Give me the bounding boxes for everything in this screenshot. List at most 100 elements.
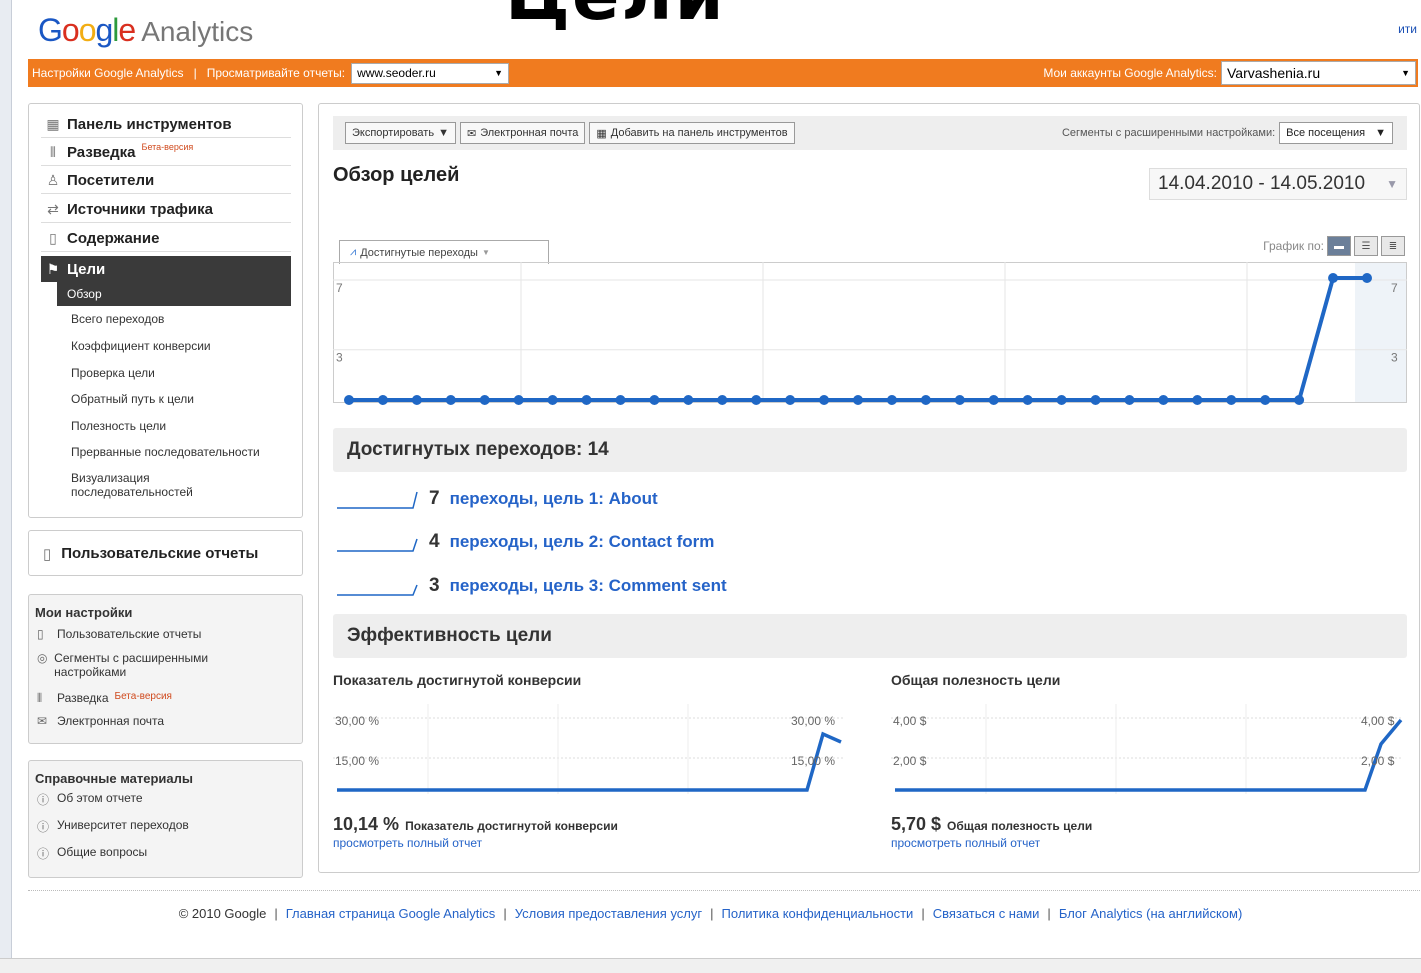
conversion-rate-title: Показатель достигнутой конверсии [333,672,582,688]
goal-link[interactable]: переходы, цель 3: Comment sent [450,576,727,596]
my-settings-intelligence[interactable]: ⫴ Разведка Бета-версия [37,691,172,706]
data-point[interactable] [683,395,694,405]
data-point[interactable] [615,395,626,405]
data-point[interactable] [344,395,354,405]
report-content: Экспортировать ▼ ✉ Электронная почта ▦ Доба… [318,103,1420,873]
graph-by-control: График по: ▬ ☰ ≣ [1263,236,1405,256]
goal-value-full-report-link[interactable]: просмотреть полный отчет [891,836,1040,850]
account-select-value: Varvashenia.ru [1227,65,1321,81]
my-settings-custom-reports[interactable]: ▯ Пользовательские отчеты [37,627,201,641]
value-tick-top: 4,00 $ [893,714,927,728]
goal-link[interactable]: переходы, цель 2: Contact form [450,532,715,552]
metric-selector[interactable]: ⩘ Достигнутые переходы ▼ [339,240,549,264]
goal-link[interactable]: переходы, цель 1: About [450,489,658,509]
footer-link-blog[interactable]: Блог Analytics (на английском) [1059,906,1243,921]
data-point[interactable] [445,395,456,405]
data-point[interactable] [1226,395,1237,405]
data-point[interactable] [988,395,999,405]
goal-sparkline [337,538,418,552]
account-select[interactable]: Varvashenia.ru ▼ [1221,61,1416,85]
data-point[interactable] [1158,395,1169,405]
custom-reports-box[interactable]: ▯ Пользовательские отчеты [28,530,303,576]
add-dashboard-button[interactable]: ▦ Добавить на панель инструментов [589,122,795,144]
help-about-report[interactable]: ⓘ Об этом отчете [37,791,143,808]
data-point[interactable] [581,395,592,405]
segments-select[interactable]: Все посещения ▼ [1279,122,1393,144]
sidebar-subitem-total[interactable]: Всего переходов [71,312,291,326]
data-point[interactable] [853,395,863,405]
settings-link[interactable]: Настройки Google Analytics [28,66,184,80]
data-point[interactable] [751,395,762,405]
sidebar-nav: ▦ Панель инструментов ⫴ Разведка Бета-верси… [28,103,303,518]
sidebar-subitem-reverse-path[interactable]: Обратный путь к цели [71,392,291,406]
sidebar-item-visitors[interactable]: ♙ Посетители [41,168,291,194]
data-point[interactable] [1260,395,1271,405]
data-point[interactable] [1192,395,1203,405]
chevron-down-icon: ▼ [438,127,449,139]
data-point[interactable] [649,395,660,405]
goal-value-title: Общая полезность цели [891,672,1061,688]
data-point[interactable] [513,395,524,405]
help-faq[interactable]: ⓘ Общие вопросы [37,845,147,862]
help-box: Справочные материалы ⓘ Об этом отчете ⓘ Ун… [28,760,303,878]
data-point[interactable] [1328,273,1339,283]
email-button[interactable]: ✉ Электронная почта [459,122,586,144]
data-point[interactable] [920,395,931,405]
sidebar-subitem-abandoned[interactable]: Прерванные последовательности [71,445,291,459]
help-university[interactable]: ⓘ Университет переходов [37,818,189,835]
google-analytics-logo[interactable]: Google Analytics [38,12,253,49]
chevron-down-icon: ▼ [481,248,490,257]
sidebar-item-goals[interactable]: ⚑ Цели [41,256,291,282]
sidebar-subitem-value[interactable]: Полезность цели [71,419,291,433]
footer-link-home[interactable]: Главная страница Google Analytics [286,906,496,921]
my-settings-item-label: Сегменты с расширенными настройками [54,651,209,679]
footer-link-privacy[interactable]: Политика конфиденциальности [722,906,914,921]
conversion-rate-caption: Показатель достигнутой конверсии [405,819,618,833]
data-point[interactable] [1056,395,1067,405]
data-point[interactable] [479,395,490,405]
accounts-label: Мои аккаунты Google Analytics: [1043,66,1217,80]
data-point[interactable] [1294,395,1305,405]
value-tick-top-right: 4,00 $ [1361,714,1395,728]
top-right-link[interactable]: ити [1398,22,1417,36]
conversion-full-report-link[interactable]: просмотреть полный отчет [333,836,482,850]
sidebar-subitem-conversion[interactable]: Коэффициент конверсии [71,339,291,353]
data-point[interactable] [1124,395,1135,405]
sidebar-subitem-funnel-viz[interactable]: Визуализация последовательностей [71,471,231,499]
sidebar-subitem-verification[interactable]: Проверка цели [71,366,291,380]
data-point[interactable] [1362,273,1372,283]
data-point[interactable] [785,395,796,405]
data-point[interactable] [717,395,728,405]
my-settings-segments[interactable]: ◎ Сегменты с расширенными настройками [37,651,237,679]
export-button[interactable]: Экспортировать ▼ [345,122,456,144]
sidebar-item-dashboard[interactable]: ▦ Панель инструментов [41,112,291,138]
sidebar-subitem-overview[interactable]: Обзор [57,282,291,306]
footer-link-terms[interactable]: Условия предоставления услуг [515,906,702,921]
data-point[interactable] [411,395,422,405]
data-point[interactable] [547,395,558,405]
graph-by-month-button[interactable]: ≣ [1381,236,1405,256]
data-point[interactable] [377,395,388,405]
footer-link-contact[interactable]: Связаться с нами [933,906,1040,921]
sidebar-item-intelligence[interactable]: ⫴ Разведка Бета-версия [41,140,291,166]
sidebar-item-content[interactable]: ▯ Содержание [41,226,291,252]
data-point[interactable] [954,395,965,405]
person-icon: ♙ [46,172,60,188]
site-select[interactable]: www.seoder.ru ▼ [351,62,510,84]
data-point[interactable] [1022,395,1033,405]
graph-by-day-button[interactable]: ▬ [1327,236,1351,256]
data-point[interactable] [1090,395,1101,405]
conversion-tick-mid: 15,00 % [335,754,380,768]
sidebar-item-traffic[interactable]: ⇄ Источники трафика [41,197,291,223]
my-settings-box: Мои настройки ▯ Пользовательские отчеты ◎… [28,594,303,744]
goal-count: 4 [429,531,440,552]
data-point[interactable] [819,395,830,405]
my-settings-email[interactable]: ✉ Электронная почта [37,714,164,728]
conversion-rate-sparkline [333,704,845,794]
graph-by-week-button[interactable]: ☰ [1354,236,1378,256]
date-range-picker[interactable]: 14.04.2010 - 14.05.2010 ▼ [1149,168,1407,200]
goal-row-1: 7 переходы, цель 1: About [337,488,658,510]
view-reports-label: Просматривайте отчеты: [206,66,346,80]
data-point[interactable] [886,395,897,405]
custom-reports-link[interactable]: ▯ Пользовательские отчеты [43,545,258,563]
